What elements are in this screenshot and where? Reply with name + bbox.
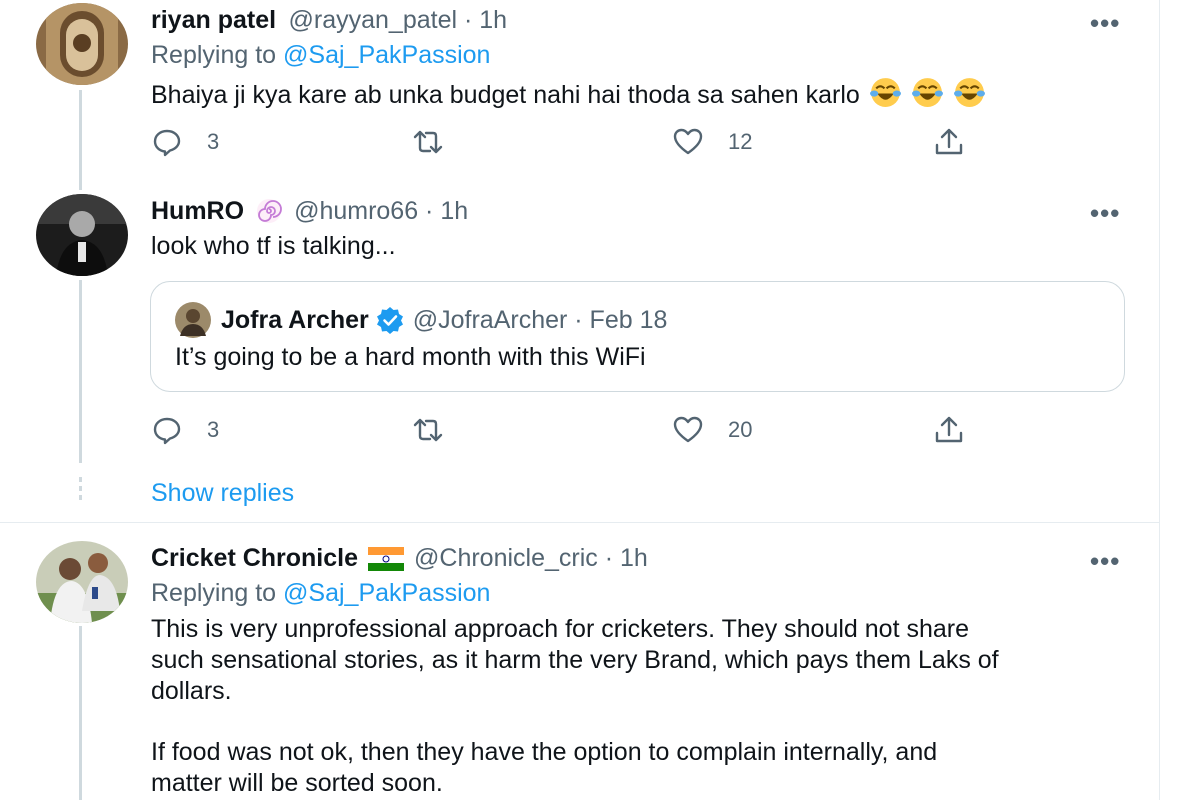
face-with-tears-of-joy-icon bbox=[869, 78, 901, 107]
quoted-author-name: Jofra Archer bbox=[221, 305, 369, 334]
reply-icon bbox=[153, 417, 181, 445]
author-meta[interactable]: @Chronicle_cric · 1h bbox=[414, 544, 648, 573]
retweet-icon bbox=[413, 130, 443, 154]
avatar-riyan-patel[interactable] bbox=[36, 3, 128, 85]
quoted-tweet-text: It’s going to be a hard month with this … bbox=[175, 343, 646, 371]
like-count: 12 bbox=[728, 129, 753, 154]
share-icon bbox=[935, 128, 963, 155]
more-options-button[interactable]: ••• bbox=[1090, 546, 1120, 577]
thread-line bbox=[79, 626, 82, 800]
avatar-cricket-chronicle[interactable] bbox=[36, 541, 128, 623]
retweet-icon bbox=[413, 418, 443, 442]
reply-count: 3 bbox=[207, 417, 220, 442]
tweet-text-line: This is very unprofessional approach for… bbox=[151, 615, 969, 643]
retweet-button[interactable] bbox=[412, 126, 444, 158]
reply-button[interactable]: 3 bbox=[151, 414, 219, 446]
tweet-divider bbox=[0, 522, 1160, 523]
heart-icon bbox=[673, 128, 703, 155]
author-name[interactable]: riyan patel bbox=[151, 6, 276, 34]
author-meta[interactable]: @rayyan_patel · 1h bbox=[289, 6, 508, 34]
avatar-humro[interactable] bbox=[36, 194, 128, 276]
reply-count: 3 bbox=[207, 129, 220, 154]
quoted-avatar bbox=[175, 302, 211, 338]
spiral-icon bbox=[257, 199, 282, 223]
more-options-button[interactable]: ••• bbox=[1090, 8, 1120, 39]
author-name[interactable]: HumRO bbox=[151, 197, 244, 226]
tweet-text: Bhaiya ji kya kare ab unka budget nahi h… bbox=[151, 76, 986, 111]
tweet-feed: riyan patel @rayyan_patel · 1h ••• Reply… bbox=[0, 0, 1160, 800]
quoted-tweet-card[interactable]: Jofra Archer @JofraArcher · Feb 18 It’s … bbox=[150, 281, 1125, 392]
replying-to-handle-link[interactable]: @Saj_PakPassion bbox=[283, 579, 490, 607]
like-button[interactable]: 12 bbox=[672, 126, 752, 158]
thread-continuation-dots bbox=[79, 477, 82, 504]
heart-icon bbox=[673, 416, 703, 443]
more-options-button[interactable]: ••• bbox=[1090, 198, 1120, 229]
like-button[interactable]: 20 bbox=[672, 414, 752, 446]
like-count: 20 bbox=[728, 417, 753, 442]
face-with-tears-of-joy-icon bbox=[911, 78, 943, 107]
reply-icon bbox=[153, 129, 181, 157]
tweet-text-line: such sensational stories, as it harm the… bbox=[151, 646, 999, 674]
face-with-tears-of-joy-icon bbox=[953, 78, 985, 107]
author-name[interactable]: Cricket Chronicle bbox=[151, 544, 358, 573]
share-button[interactable] bbox=[933, 126, 965, 158]
india-flag-icon bbox=[368, 546, 405, 571]
tweet-text: look who tf is talking... bbox=[151, 232, 396, 260]
share-icon bbox=[935, 416, 963, 443]
reply-button[interactable]: 3 bbox=[151, 126, 219, 158]
thread-line bbox=[79, 90, 82, 190]
verified-badge-icon bbox=[376, 307, 403, 334]
replying-to: Replying to @Saj_PakPassion bbox=[151, 579, 491, 607]
author-meta[interactable]: @humro66 · 1h bbox=[294, 197, 468, 226]
tweet-text-line: matter will be sorted soon. bbox=[151, 769, 443, 797]
replying-to-handle-link[interactable]: @Saj_PakPassion bbox=[283, 41, 490, 69]
show-replies-link[interactable]: Show replies bbox=[151, 479, 294, 508]
tweet-text-line: If food was not ok, then they have the o… bbox=[151, 738, 938, 766]
share-button[interactable] bbox=[933, 414, 965, 446]
thread-line bbox=[79, 280, 82, 463]
tweet-text-line: dollars. bbox=[151, 677, 232, 705]
quoted-author-meta: @JofraArcher · Feb 18 bbox=[412, 305, 668, 334]
retweet-button[interactable] bbox=[412, 414, 444, 446]
replying-to: Replying to @Saj_PakPassion bbox=[151, 41, 491, 69]
